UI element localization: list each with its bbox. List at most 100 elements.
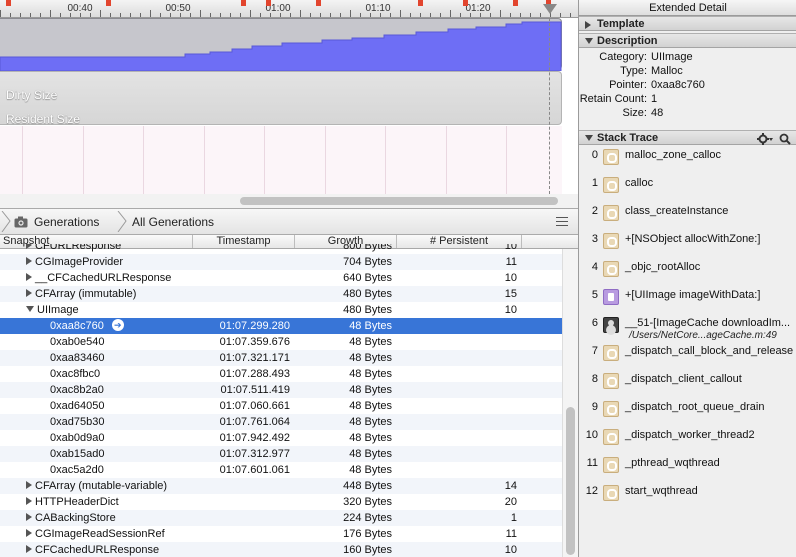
gear-icon[interactable] [757, 132, 773, 145]
description-section-header[interactable]: Description [579, 33, 796, 48]
flag-marker[interactable] [266, 0, 271, 6]
category-row[interactable]: CABackingStore 224 Bytes 1 [0, 510, 562, 526]
frame-index: 11 [586, 457, 598, 469]
stack-frame[interactable]: 8 _dispatch_client_callout [579, 370, 796, 398]
growth-cell: 800 Bytes [343, 244, 392, 252]
stack-trace-section-header[interactable]: Stack Trace [579, 130, 796, 145]
allocation-row[interactable]: 0xaa8c760 ➔ 01:07.299.280 48 Bytes [0, 318, 562, 334]
snapshot-name: CGImageReadSessionRef [35, 528, 165, 540]
growth-cell: 480 Bytes [343, 304, 392, 316]
disclosure-right-icon[interactable] [26, 513, 32, 522]
flag-marker[interactable] [418, 0, 423, 6]
template-section-header[interactable]: Template [579, 16, 796, 31]
timeline-horizontal-scrollbar[interactable] [0, 194, 578, 208]
timestamp-cell: 01:07.299.280 [219, 320, 290, 332]
ruler-tick [500, 10, 501, 17]
persistent-cell [397, 350, 521, 366]
stack-frame[interactable]: 2 class_createInstance [579, 202, 796, 230]
persistent-cell [397, 318, 521, 334]
frame-symbol: +[UIImage imageWithData:] [625, 289, 761, 301]
timeline-ruler[interactable]: 00:40 00:50 01:00 01:10 01:20 [0, 0, 578, 18]
category-row[interactable]: CFArray (mutable-variable) 448 Bytes 14 [0, 478, 562, 494]
crumb-all-generations[interactable]: All Generations [132, 209, 214, 234]
category-row[interactable]: __CFCachedURLResponse 640 Bytes 10 [0, 270, 562, 286]
flag-marker[interactable] [316, 0, 321, 6]
stack-frame[interactable]: 10 _dispatch_worker_thread2 [579, 426, 796, 454]
ruler-tick [420, 13, 421, 17]
disclosure-right-icon[interactable] [26, 289, 32, 298]
stack-frame[interactable]: 0 malloc_zone_calloc [579, 146, 796, 174]
persistent-cell: 10 [504, 544, 517, 556]
disclosure-right-icon[interactable] [26, 545, 32, 554]
timeline-scroll-thumb[interactable] [240, 197, 558, 205]
disclosure-right-icon[interactable] [26, 497, 32, 506]
timestamp-cell: 01:07.312.977 [219, 448, 290, 460]
category-row[interactable]: CFArray (immutable) 480 Bytes 15 [0, 286, 562, 302]
category-row[interactable]: HTTPHeaderDict 320 Bytes 20 [0, 494, 562, 510]
flag-marker[interactable] [241, 0, 246, 6]
allocations-track[interactable] [0, 18, 562, 71]
snapshot-name: 0xac5a2d0 [50, 464, 104, 476]
description-value: UIImage [651, 51, 693, 63]
search-icon[interactable] [779, 133, 791, 145]
ruler-tick [140, 13, 141, 17]
category-row[interactable]: UIImage 480 Bytes 10 [0, 302, 562, 318]
category-row[interactable]: CGImageProvider 704 Bytes 11 [0, 254, 562, 270]
allocation-row[interactable]: 0xad75b30 01:07.761.064 48 Bytes [0, 414, 562, 430]
allocation-row[interactable]: 0xac8fbc0 01:07.288.493 48 Bytes [0, 366, 562, 382]
allocation-row[interactable]: 0xac5a2d0 01:07.601.061 48 Bytes [0, 462, 562, 478]
crumb-generations[interactable]: Generations [14, 209, 99, 234]
frame-index: 4 [591, 261, 598, 273]
allocation-row[interactable]: 0xaa83460 01:07.321.171 48 Bytes [0, 350, 562, 366]
library-icon [603, 233, 619, 249]
allocation-row[interactable]: 0xab0d9a0 01:07.942.492 48 Bytes [0, 430, 562, 446]
ruler-tick [20, 13, 21, 17]
stack-frame[interactable]: 9 _dispatch_root_queue_drain [579, 398, 796, 426]
frame-index: 6 [591, 317, 598, 329]
disclosure-right-icon[interactable] [26, 481, 32, 490]
flag-marker[interactable] [513, 0, 518, 6]
stack-frame[interactable]: 12 start_wqthread [579, 482, 796, 510]
vm-tracker-track[interactable]: Dirty Size Resident Size [0, 71, 562, 126]
allocation-row[interactable]: 0xac8b2a0 01:07.511.419 48 Bytes [0, 382, 562, 398]
stack-frame[interactable]: 4 _objc_rootAlloc [579, 258, 796, 286]
category-row[interactable]: CGImageReadSessionRef 176 Bytes 11 [0, 526, 562, 542]
ruler-tick [510, 13, 511, 17]
persistent-cell: 10 [504, 244, 517, 252]
stack-frame[interactable]: 6 __51-[ImageCache downloadIm.../Users/Ne… [579, 314, 796, 342]
snapshot-name: 0xaa8c760 [50, 320, 104, 332]
allocation-row[interactable]: 0xab0e540 01:07.359.676 48 Bytes [0, 334, 562, 350]
list-menu-icon[interactable] [556, 217, 568, 226]
disclosure-down-icon[interactable] [26, 306, 34, 313]
flag-marker[interactable] [6, 0, 11, 6]
snapshot-cell: CFCachedURLResponse [0, 542, 192, 557]
frame-symbol: +[NSObject allocWithZone:] [625, 233, 761, 245]
allocation-row[interactable]: 0xab15ad0 01:07.312.977 48 Bytes [0, 446, 562, 462]
disclosure-right-icon[interactable] [26, 529, 32, 538]
flag-marker[interactable] [463, 0, 468, 6]
table-vertical-scrollbar[interactable] [562, 249, 578, 557]
ruler-tick [530, 13, 531, 17]
empty-track[interactable] [0, 126, 562, 194]
ruler-tick [400, 10, 401, 17]
main-pane: 00:40 00:50 01:00 01:10 01:20 Dirty Size Res… [0, 0, 578, 557]
stack-frame[interactable]: 11 _pthread_wqthread [579, 454, 796, 482]
stack-frame[interactable]: 7 _dispatch_call_block_and_release [579, 342, 796, 370]
timestamp-cell [193, 286, 294, 302]
playhead-handle[interactable] [543, 4, 557, 14]
library-icon [603, 429, 619, 445]
allocation-row[interactable]: 0xad64050 01:07.060.661 48 Bytes [0, 398, 562, 414]
stack-frame[interactable]: 5 +[UIImage imageWithData:] [579, 286, 796, 314]
disclosure-right-icon[interactable] [26, 244, 32, 250]
disclosure-right-icon[interactable] [26, 257, 32, 266]
disclosure-right-icon[interactable] [26, 273, 32, 282]
flag-marker[interactable] [106, 0, 111, 6]
table-scroll-thumb[interactable] [566, 407, 575, 555]
stack-frame[interactable]: 3 +[NSObject allocWithZone:] [579, 230, 796, 258]
category-row[interactable]: CFCachedURLResponse 160 Bytes 10 [0, 542, 562, 557]
go-to-detail-icon[interactable]: ➔ [111, 319, 124, 332]
grid-line [204, 126, 205, 194]
category-row[interactable]: CFURLResponse 800 Bytes 10 [0, 244, 562, 254]
disclosure-right-icon [585, 21, 591, 29]
stack-frame[interactable]: 1 calloc [579, 174, 796, 202]
